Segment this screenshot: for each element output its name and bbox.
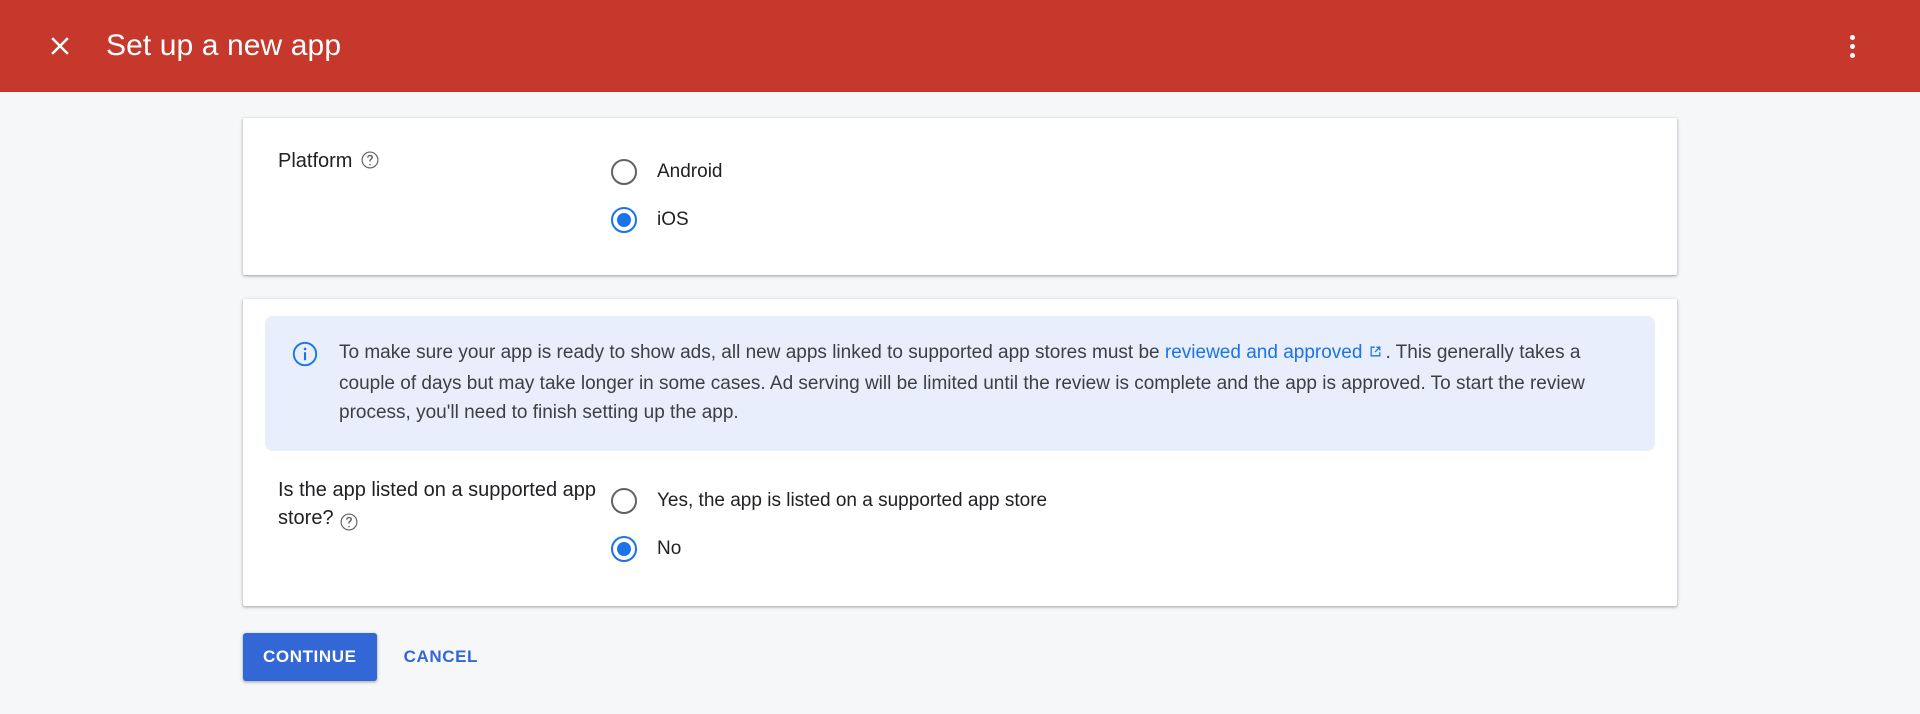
- app-store-question-label: Is the app listed on a supported app sto…: [243, 476, 611, 532]
- radio-option-yes[interactable]: Yes, the app is listed on a supported ap…: [611, 477, 1047, 525]
- more-vert-icon: [1850, 35, 1855, 40]
- app-store-radio-group[interactable]: Yes, the app is listed on a supported ap…: [611, 476, 1047, 573]
- radio-label: Android: [657, 161, 723, 183]
- continue-button[interactable]: CONTINUE: [243, 633, 377, 681]
- radio-option-android[interactable]: Android: [611, 148, 723, 196]
- radio-indicator-selected[interactable]: [611, 536, 637, 562]
- radio-indicator-selected[interactable]: [611, 207, 637, 233]
- help-circle-icon[interactable]: [339, 512, 359, 532]
- reviewed-and-approved-link[interactable]: reviewed and approved: [1165, 342, 1363, 363]
- banner-text-before-link: To make sure your app is ready to show a…: [339, 342, 1165, 363]
- platform-label: Platform: [243, 147, 611, 175]
- action-bar: CONTINUE CANCEL: [243, 633, 1920, 681]
- info-banner-wrapper: To make sure your app is ready to show a…: [243, 299, 1677, 451]
- dialog-header: Set up a new app: [0, 0, 1920, 92]
- more-vert-icon-dot: [1850, 44, 1855, 49]
- page-title: Set up a new app: [106, 29, 341, 63]
- info-banner: To make sure your app is ready to show a…: [265, 316, 1655, 451]
- radio-option-ios[interactable]: iOS: [611, 196, 723, 244]
- dialog-content: Platform Android iOS: [0, 92, 1920, 681]
- more-options-button[interactable]: [1828, 22, 1876, 70]
- radio-indicator[interactable]: [611, 488, 637, 514]
- platform-label-text: Platform: [278, 147, 352, 175]
- close-icon: [45, 31, 75, 61]
- cancel-button[interactable]: CANCEL: [390, 633, 492, 681]
- platform-card: Platform Android iOS: [243, 118, 1677, 275]
- app-store-card: To make sure your app is ready to show a…: [243, 299, 1677, 606]
- radio-label: Yes, the app is listed on a supported ap…: [657, 490, 1047, 512]
- more-vert-icon-dot: [1850, 53, 1855, 58]
- platform-radio-group[interactable]: Android iOS: [611, 147, 723, 244]
- external-link-icon[interactable]: [1367, 340, 1384, 369]
- radio-option-no[interactable]: No: [611, 525, 1047, 573]
- app-store-question-row: Is the app listed on a supported app sto…: [243, 451, 1677, 606]
- close-button[interactable]: [36, 22, 84, 70]
- app-store-question-text: Is the app listed on a supported app sto…: [278, 479, 596, 529]
- radio-label: iOS: [657, 209, 689, 231]
- help-circle-icon[interactable]: [360, 150, 380, 170]
- info-banner-text: To make sure your app is ready to show a…: [339, 338, 1595, 427]
- radio-indicator[interactable]: [611, 159, 637, 185]
- radio-label: No: [657, 538, 681, 560]
- info-circle-icon: [291, 340, 319, 373]
